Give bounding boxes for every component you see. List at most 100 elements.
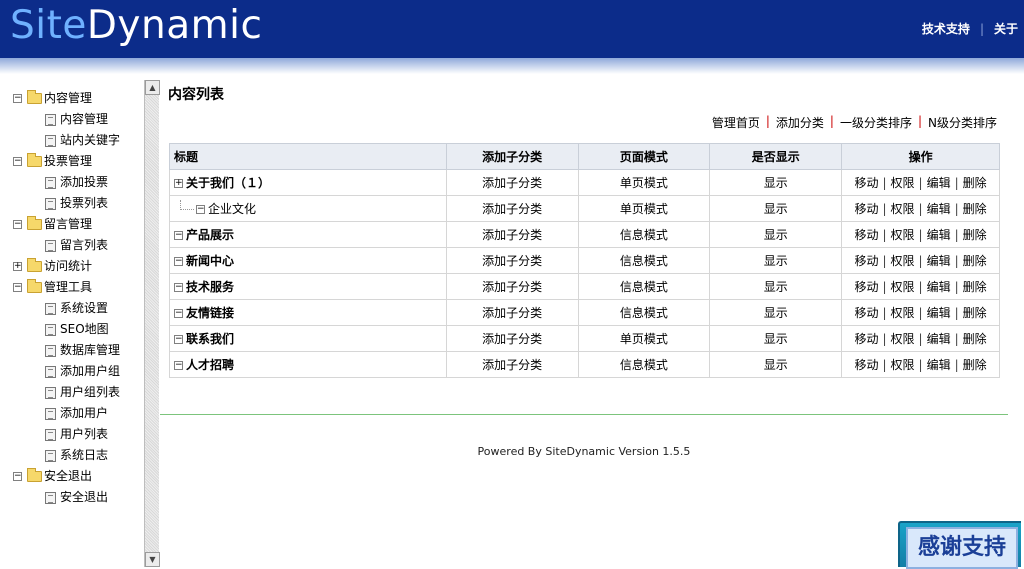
support-badge[interactable]: 感谢支持	[898, 521, 1021, 569]
sidebar-group[interactable]: − 留言管理	[0, 214, 140, 235]
sidebar-item[interactable]: 系统设置	[0, 298, 140, 319]
category-title[interactable]: 技术服务	[186, 280, 234, 294]
sidebar-item[interactable]: 系统日志	[0, 445, 140, 466]
collapse-icon[interactable]: −	[174, 257, 183, 266]
move-link[interactable]: 移动	[854, 254, 878, 268]
sidebar-item[interactable]: SEO地图	[0, 319, 140, 340]
add-subcategory-link[interactable]: 添加子分类	[445, 169, 579, 196]
leveln-sort-link[interactable]: N级分类排序	[928, 114, 997, 131]
move-link[interactable]: 移动	[854, 332, 878, 346]
action-separator: |	[882, 176, 887, 190]
page-icon	[45, 197, 56, 210]
collapse-icon[interactable]: −	[174, 283, 183, 292]
add-subcategory-link[interactable]: 添加子分类	[445, 325, 579, 352]
level1-sort-link[interactable]: 一级分类排序	[840, 114, 912, 131]
tech-support-link[interactable]: 技术支持	[922, 20, 970, 37]
sidebar-item[interactable]: 留言列表	[0, 235, 140, 256]
scroll-down-button[interactable]: ▼	[145, 552, 160, 567]
collapse-icon[interactable]: −	[174, 309, 183, 318]
edit-link[interactable]: 编辑	[927, 176, 951, 190]
add-subcategory-link[interactable]: 添加子分类	[445, 195, 579, 222]
sidebar-item[interactable]: 添加投票	[0, 172, 140, 193]
collapse-icon[interactable]: −	[174, 231, 183, 240]
sidebar-item[interactable]: 用户组列表	[0, 382, 140, 403]
category-title[interactable]: 人才招聘	[186, 358, 234, 372]
sidebar-item[interactable]: 添加用户	[0, 403, 140, 424]
collapse-icon[interactable]: −	[13, 472, 22, 481]
edit-link[interactable]: 编辑	[927, 280, 951, 294]
delete-link[interactable]: 删除	[963, 202, 987, 216]
delete-link[interactable]: 删除	[963, 228, 987, 242]
move-link[interactable]: 移动	[854, 202, 878, 216]
add-category-link[interactable]: 添加分类	[776, 114, 824, 131]
sidebar-item[interactable]: 用户列表	[0, 424, 140, 445]
edit-link[interactable]: 编辑	[927, 254, 951, 268]
permission-link[interactable]: 权限	[891, 176, 915, 190]
delete-link[interactable]: 删除	[963, 176, 987, 190]
edit-link[interactable]: 编辑	[927, 358, 951, 372]
edit-link[interactable]: 编辑	[927, 228, 951, 242]
collapse-icon[interactable]: −	[13, 157, 22, 166]
category-title[interactable]: 关于我们（１）	[186, 176, 270, 190]
page-mode-cell: 单页模式	[577, 169, 711, 196]
collapse-icon[interactable]: −	[13, 220, 22, 229]
category-title[interactable]: 新闻中心	[186, 254, 234, 268]
sidebar-item[interactable]: 内容管理	[0, 109, 140, 130]
move-link[interactable]: 移动	[854, 358, 878, 372]
sidebar-group[interactable]: − 安全退出	[0, 466, 140, 487]
sidebar-group[interactable]: − 内容管理	[0, 88, 140, 109]
top-links: 技术支持 | 关于	[922, 20, 1018, 37]
category-title[interactable]: 友情链接	[186, 306, 234, 320]
collapse-icon[interactable]: −	[196, 205, 205, 214]
sidebar-item-label: 系统设置	[60, 301, 109, 315]
delete-link[interactable]: 删除	[963, 254, 987, 268]
expand-icon[interactable]: +	[13, 262, 22, 271]
folder-icon	[27, 279, 42, 293]
add-subcategory-link[interactable]: 添加子分类	[445, 273, 579, 300]
sidebar-group[interactable]: − 管理工具	[0, 277, 140, 298]
add-subcategory-link[interactable]: 添加子分类	[445, 247, 579, 274]
permission-link[interactable]: 权限	[891, 228, 915, 242]
edit-link[interactable]: 编辑	[927, 202, 951, 216]
category-title[interactable]: 联系我们	[186, 332, 234, 346]
collapse-icon[interactable]: −	[174, 335, 183, 344]
permission-link[interactable]: 权限	[891, 306, 915, 320]
expand-icon[interactable]: +	[174, 179, 183, 188]
sidebar-item[interactable]: 站内关键字	[0, 130, 140, 151]
category-title[interactable]: 产品展示	[186, 228, 234, 242]
move-link[interactable]: 移动	[854, 306, 878, 320]
delete-link[interactable]: 删除	[963, 280, 987, 294]
about-link[interactable]: 关于	[994, 20, 1018, 37]
collapse-icon[interactable]: −	[13, 283, 22, 292]
move-link[interactable]: 移动	[854, 176, 878, 190]
sidebar-item[interactable]: 数据库管理	[0, 340, 140, 361]
sidebar-item[interactable]: 添加用户组	[0, 361, 140, 382]
move-link[interactable]: 移动	[854, 280, 878, 294]
delete-link[interactable]: 删除	[963, 358, 987, 372]
scroll-up-button[interactable]: ▲	[145, 80, 160, 95]
delete-link[interactable]: 删除	[963, 332, 987, 346]
sidebar-group[interactable]: − 投票管理	[0, 151, 140, 172]
add-subcategory-link[interactable]: 添加子分类	[445, 221, 579, 248]
category-title[interactable]: 企业文化	[208, 202, 256, 216]
sidebar-group[interactable]: + 访问统计	[0, 256, 140, 277]
add-subcategory-link[interactable]: 添加子分类	[445, 299, 579, 326]
admin-home-link[interactable]: 管理首页	[712, 114, 760, 131]
permission-link[interactable]: 权限	[891, 280, 915, 294]
permission-link[interactable]: 权限	[891, 254, 915, 268]
collapse-icon[interactable]: −	[13, 94, 22, 103]
permission-link[interactable]: 权限	[891, 202, 915, 216]
add-subcategory-link[interactable]: 添加子分类	[445, 351, 579, 378]
edit-link[interactable]: 编辑	[927, 306, 951, 320]
sidebar-scrollbar[interactable]: ▲ ▼	[144, 80, 160, 567]
cell-title: − 友情链接	[169, 299, 447, 326]
edit-link[interactable]: 编辑	[927, 332, 951, 346]
sidebar-item[interactable]: 安全退出	[0, 487, 140, 508]
permission-link[interactable]: 权限	[891, 358, 915, 372]
move-link[interactable]: 移动	[854, 228, 878, 242]
permission-link[interactable]: 权限	[891, 332, 915, 346]
site-logo[interactable]: SiteDynamic	[10, 3, 262, 48]
sidebar-item[interactable]: 投票列表	[0, 193, 140, 214]
delete-link[interactable]: 删除	[963, 306, 987, 320]
collapse-icon[interactable]: −	[174, 361, 183, 370]
